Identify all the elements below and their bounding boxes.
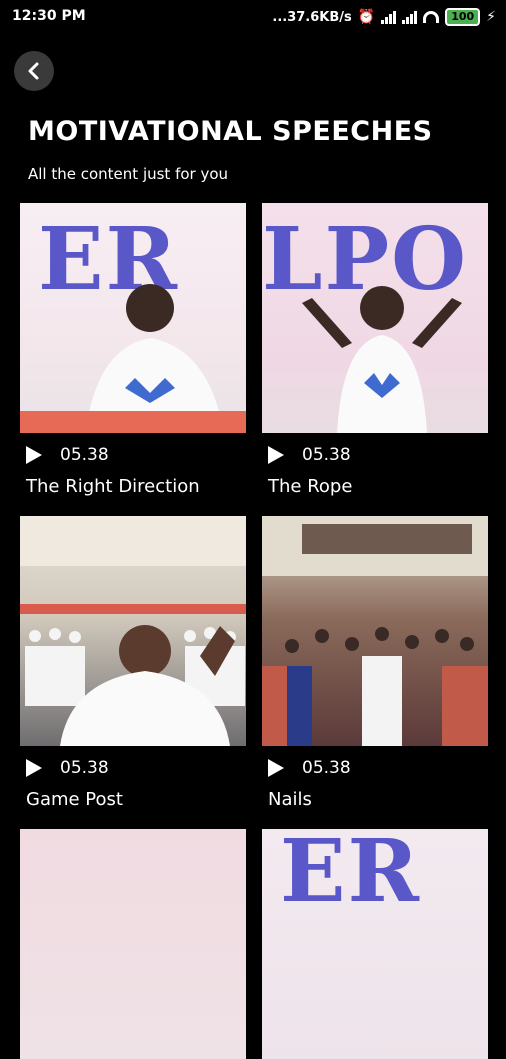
signal-icon xyxy=(402,10,418,24)
status-bar: 12:30 PM ...37.6KB/s ⏰ 100 ⚡ xyxy=(0,0,506,36)
status-time: 12:30 PM xyxy=(12,8,86,24)
video-duration: 05.38 xyxy=(60,758,109,778)
video-duration: 05.38 xyxy=(302,445,351,465)
crowd-scene xyxy=(20,516,246,746)
play-icon[interactable] xyxy=(268,446,284,464)
video-thumbnail[interactable] xyxy=(262,516,488,746)
video-meta: 05.38 xyxy=(268,758,351,778)
video-thumbnail[interactable]: LPO xyxy=(262,203,488,433)
play-icon[interactable] xyxy=(268,759,284,777)
video-card[interactable]: LPO 05.38 The Rope xyxy=(262,203,488,497)
alarm-icon: ⏰ xyxy=(357,9,376,25)
video-card[interactable]: 05.38 Nails xyxy=(262,516,488,810)
back-button[interactable] xyxy=(14,51,54,91)
video-thumbnail[interactable]: ER xyxy=(262,829,488,1059)
crowd-scene xyxy=(262,516,488,746)
stage-floor xyxy=(20,411,246,433)
video-duration: 05.38 xyxy=(302,758,351,778)
page-subtitle: All the content just for you xyxy=(28,165,229,183)
thumbnail-text: ER xyxy=(280,829,422,922)
video-card[interactable]: 05.38 Game Post xyxy=(20,516,246,810)
charging-icon: ⚡ xyxy=(486,9,496,25)
play-icon[interactable] xyxy=(26,446,42,464)
video-card[interactable]: ER xyxy=(262,829,488,1059)
wifi-icon xyxy=(423,11,440,23)
speaker-figure xyxy=(302,286,462,433)
video-card[interactable] xyxy=(20,829,246,1059)
play-icon[interactable] xyxy=(26,759,42,777)
signal-icon xyxy=(381,10,397,24)
video-thumbnail[interactable] xyxy=(20,829,246,1059)
speaker-figure xyxy=(85,284,225,433)
video-title[interactable]: The Right Direction xyxy=(26,476,200,497)
chevron-left-icon xyxy=(28,62,39,80)
video-title[interactable]: Game Post xyxy=(26,789,123,810)
network-speed: ...37.6KB/s xyxy=(272,9,352,25)
video-title[interactable]: Nails xyxy=(268,789,312,810)
video-thumbnail[interactable]: ER xyxy=(20,203,246,433)
video-duration: 05.38 xyxy=(60,445,109,465)
video-meta: 05.38 xyxy=(26,758,109,778)
video-thumbnail[interactable] xyxy=(20,516,246,746)
video-meta: 05.38 xyxy=(268,445,351,465)
video-title[interactable]: The Rope xyxy=(268,476,352,497)
video-card[interactable]: ER 05.38 The Right Direction xyxy=(20,203,246,497)
battery-icon: 100 xyxy=(445,8,481,26)
page-title: MOTIVATIONAL SPEECHES xyxy=(28,116,433,147)
video-meta: 05.38 xyxy=(26,445,109,465)
status-icons: ...37.6KB/s ⏰ 100 ⚡ xyxy=(272,8,496,26)
